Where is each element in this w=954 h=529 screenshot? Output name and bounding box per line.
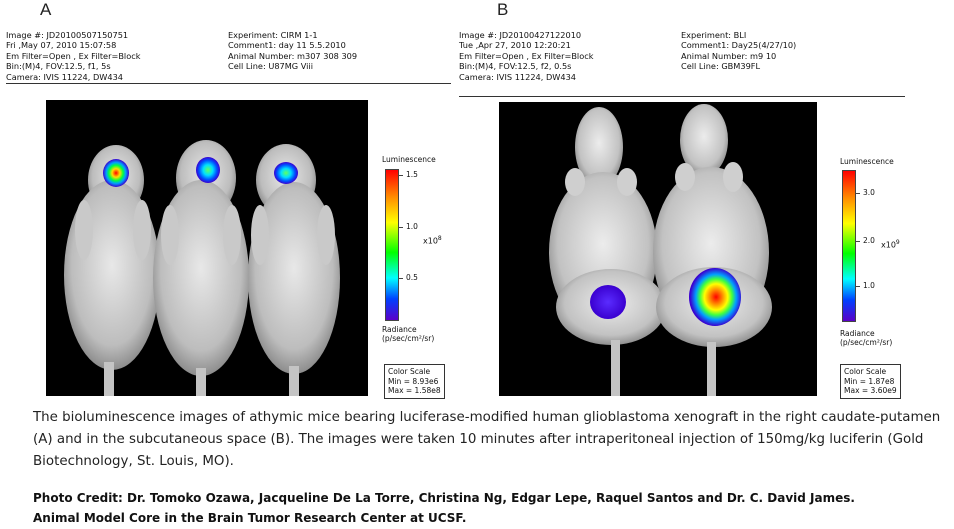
meta-line: Image #: JD20100427122010 xyxy=(459,30,582,40)
mouse-b-2 xyxy=(653,104,772,396)
mice-image-a xyxy=(64,140,340,396)
meta-line: Animal Number: m9 10 xyxy=(681,50,777,61)
figure-caption: The bioluminescence images of athymic mi… xyxy=(33,410,941,469)
luminescence-spot xyxy=(274,162,298,184)
meta-line: Experiment: BLI xyxy=(681,30,747,40)
luminescence-spot xyxy=(689,268,741,326)
meta-line: Camera: IVIS 11224, DW434 xyxy=(459,71,576,82)
credit-line: Animal Model Core in the Brain Tumor Res… xyxy=(33,511,467,525)
colorbar-tick: 1.0 xyxy=(399,222,418,231)
panel-a-letter: A xyxy=(40,0,52,19)
photo-credit: Photo Credit: Dr. Tomoko Ozawa, Jacqueli… xyxy=(33,488,948,528)
meta-line: Bin:(M)4, FOV:12.5, f1, 5s xyxy=(6,61,111,72)
colorbar-tick: 3.0 xyxy=(856,188,875,197)
meta-line: Fri ,May 07, 2010 15:07:58 xyxy=(6,40,117,51)
colorbar-tick: 1.5 xyxy=(399,170,418,179)
colorbar-tick: 1.0 xyxy=(856,281,875,290)
panel-b-divider xyxy=(459,96,905,97)
scale-line: Min = 1.87e8 xyxy=(844,376,895,386)
mice-image-b xyxy=(549,104,772,396)
mouse-b-1 xyxy=(549,107,666,396)
scale-line: Color Scale xyxy=(388,367,431,376)
colorbar-tick: 0.5 xyxy=(399,273,418,282)
scale-line: Color Scale xyxy=(844,367,887,376)
panel-b-meta-left: Image #: JD20100427122010 Tue ,Apr 27, 2… xyxy=(459,30,593,82)
meta-line: Image #: JD20100507150751 xyxy=(6,30,129,40)
meta-line: Em Filter=Open , Ex Filter=Block xyxy=(6,50,141,61)
panel-b-colorbar: Luminescence 3.0 2.0 1.0 x109 Radiance (… xyxy=(838,157,913,347)
scale-line: Max = 3.60e9 xyxy=(844,386,897,395)
exponent-power: 8 xyxy=(437,235,442,242)
exponent-base: x10 xyxy=(423,236,438,246)
panel-b-color-scale: Color Scale Min = 1.87e8 Max = 3.60e9 xyxy=(840,364,901,399)
colorbar-title: Luminescence xyxy=(382,155,436,164)
meta-line: Comment1: day 11 5.5.2010 xyxy=(228,40,346,51)
colorbar-unit: Radiance (p/sec/cm²/sr) xyxy=(382,325,434,343)
meta-line: Tue ,Apr 27, 2010 12:20:21 xyxy=(459,40,571,51)
meta-line: Cell Line: GBM39FL xyxy=(681,61,761,72)
credit-line: Photo Credit: Dr. Tomoko Ozawa, Jacqueli… xyxy=(33,491,855,505)
panel-a-photo xyxy=(46,100,368,396)
panel-a-color-scale: Color Scale Min = 8.93e6 Max = 1.58e8 xyxy=(384,364,445,399)
meta-line: Animal Number: m307 308 309 xyxy=(228,50,358,61)
meta-line: Em Filter=Open , Ex Filter=Block xyxy=(459,50,594,61)
unit-line: (p/sec/cm²/sr) xyxy=(840,338,893,347)
colorbar-title: Luminescence xyxy=(840,157,894,166)
luminescence-spot xyxy=(103,159,129,187)
colorbar-tick: 2.0 xyxy=(856,236,875,245)
panel-b-meta-right: Experiment: BLI Comment1: Day25(4/27/10)… xyxy=(681,30,796,72)
meta-line: Camera: IVIS 11224, DW434 xyxy=(6,71,123,82)
scale-line: Min = 8.93e6 xyxy=(388,376,439,386)
panel-a-meta-right: Experiment: CIRM 1-1 Comment1: day 11 5.… xyxy=(228,30,357,72)
panel-a-meta-left: Image #: JD20100507150751 Fri ,May 07, 2… xyxy=(6,30,140,82)
exponent-power: 9 xyxy=(895,239,900,246)
meta-line: Bin:(M)4, FOV:12.5, f2, 0.5s xyxy=(459,61,572,72)
colorbar-gradient xyxy=(842,170,856,322)
luminescence-spot xyxy=(196,157,220,183)
colorbar-exponent: x108 xyxy=(423,235,442,246)
meta-line: Experiment: CIRM 1-1 xyxy=(228,30,318,40)
mouse-3 xyxy=(248,144,340,396)
meta-line: Comment1: Day25(4/27/10) xyxy=(681,40,797,51)
colorbar-exponent: x109 xyxy=(881,239,900,250)
unit-line: Radiance xyxy=(382,325,417,334)
panel-b-letter: B xyxy=(497,0,509,19)
colorbar-unit: Radiance (p/sec/cm²/sr) xyxy=(840,329,892,347)
scale-line: Max = 1.58e8 xyxy=(388,386,441,395)
panel-a-colorbar: Luminescence 1.5 1.0 0.5 x108 Radiance (… xyxy=(380,155,455,360)
meta-line: Cell Line: U87MG Viii xyxy=(228,61,313,72)
panel-b-photo xyxy=(499,102,817,396)
unit-line: Radiance xyxy=(840,329,875,338)
panel-a-divider xyxy=(6,83,451,84)
exponent-base: x10 xyxy=(881,240,896,250)
unit-line: (p/sec/cm²/sr) xyxy=(382,334,435,343)
luminescence-spot xyxy=(590,285,626,319)
colorbar-gradient xyxy=(385,169,399,321)
